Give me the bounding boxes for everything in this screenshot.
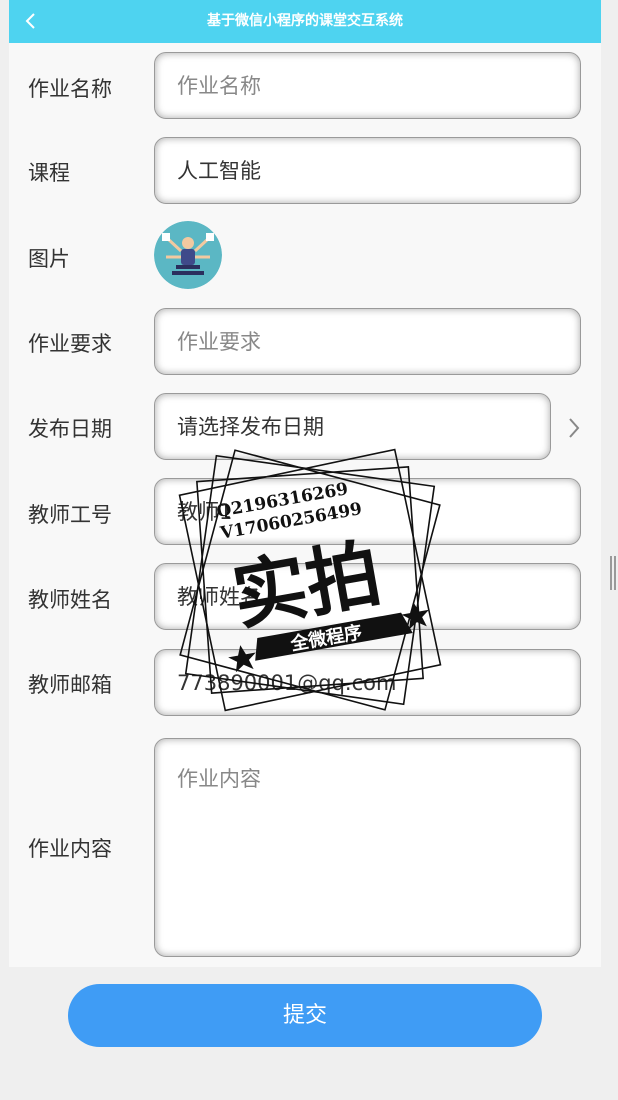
homework-form: 作业名称 作业名称 课程 人工智能 图片 作业要求 作业要求 发布日期 请选择发…	[9, 43, 601, 967]
drag-handle-icon[interactable]	[609, 556, 618, 590]
teacher-email-label: 教师邮箱	[28, 673, 112, 697]
teacher-email-input[interactable]: 773890001@qq.com	[154, 649, 581, 716]
teacher-name-input[interactable]: 教师姓名	[154, 563, 581, 630]
course-input[interactable]: 人工智能	[154, 137, 581, 204]
submit-area: 提交	[9, 967, 601, 1100]
teacher-id-input[interactable]: 教师1	[154, 478, 581, 545]
publish-date-picker[interactable]: 请选择发布日期	[154, 393, 551, 460]
assignment-name-input[interactable]: 作业名称	[154, 52, 581, 119]
image-label: 图片	[28, 247, 70, 271]
publish-date-label: 发布日期	[28, 417, 112, 441]
assignment-name-label: 作业名称	[28, 77, 112, 101]
avatar-image[interactable]	[154, 221, 222, 289]
page-title: 基于微信小程序的课堂交互系统	[207, 13, 403, 29]
teacher-name-label: 教师姓名	[28, 588, 112, 612]
requirement-input[interactable]: 作业要求	[154, 308, 581, 375]
requirement-label: 作业要求	[28, 332, 112, 356]
course-label: 课程	[28, 161, 70, 185]
submit-button[interactable]: 提交	[68, 984, 542, 1047]
content-label: 作业内容	[28, 837, 112, 861]
chevron-right-icon[interactable]	[565, 414, 583, 442]
phone-screen: 基于微信小程序的课堂交互系统 作业名称 作业名称 课程 人工智能 图片 作业要求…	[9, 0, 601, 1100]
teacher-id-label: 教师工号	[28, 503, 112, 527]
navbar: 基于微信小程序的课堂交互系统	[9, 0, 601, 43]
content-textarea[interactable]: 作业内容	[154, 738, 581, 957]
